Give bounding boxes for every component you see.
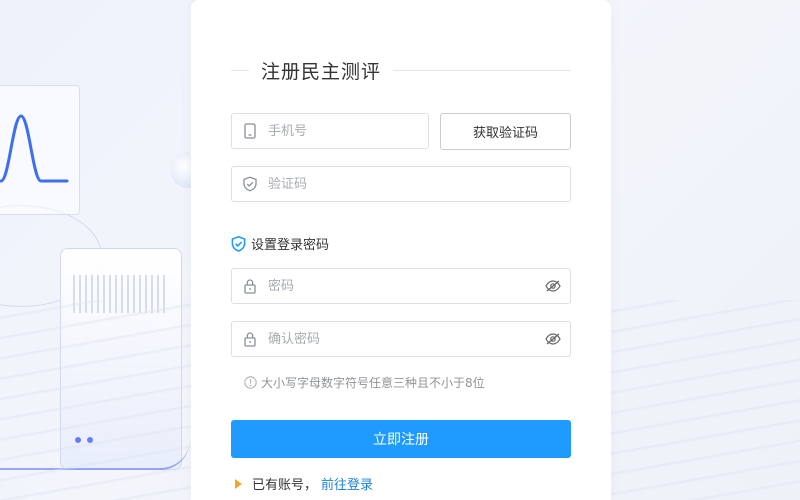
info-icon xyxy=(244,376,257,389)
code-field[interactable] xyxy=(231,166,571,202)
page-title: 注册民主测评 xyxy=(261,60,382,83)
title-divider-right xyxy=(393,69,571,71)
get-code-button[interactable]: 获取验证码 xyxy=(440,113,571,150)
lock-icon xyxy=(232,321,268,357)
login-link[interactable]: 前往登录 xyxy=(321,474,373,493)
password-hint-text: 大小写字母数字符号任意三种且不小于8位 xyxy=(261,376,485,390)
bg-chart-panel xyxy=(0,85,80,215)
password-section-label: 设置登录密码 xyxy=(231,234,329,253)
code-input[interactable] xyxy=(268,168,570,200)
register-button[interactable]: 立即注册 xyxy=(231,420,571,458)
phone-icon xyxy=(232,113,268,149)
shield-check-icon xyxy=(231,235,246,252)
phone-input[interactable] xyxy=(268,115,438,147)
password-section-text: 设置登录密码 xyxy=(251,238,330,253)
shield-check-icon xyxy=(232,166,268,202)
password-input[interactable] xyxy=(268,270,536,302)
confirm-password-field[interactable] xyxy=(231,321,571,357)
register-card: 注册民主测评 获取验证码 设置登录密码 xyxy=(191,0,611,500)
have-account-text: 已有账号， xyxy=(252,478,318,493)
password-hint: 大小写字母数字符号任意三种且不小于8位 xyxy=(244,374,485,391)
triangle-icon xyxy=(235,478,242,489)
confirm-password-input[interactable] xyxy=(268,323,536,355)
phone-field[interactable] xyxy=(231,113,438,149)
title-row: 注册民主测评 xyxy=(231,58,571,83)
eye-icon[interactable] xyxy=(536,321,570,357)
title-divider-left xyxy=(231,69,249,71)
lock-icon xyxy=(232,268,268,304)
eye-icon[interactable] xyxy=(536,268,570,304)
password-field[interactable] xyxy=(231,268,571,304)
login-prompt: 已有账号， 前往登录 xyxy=(235,474,373,493)
